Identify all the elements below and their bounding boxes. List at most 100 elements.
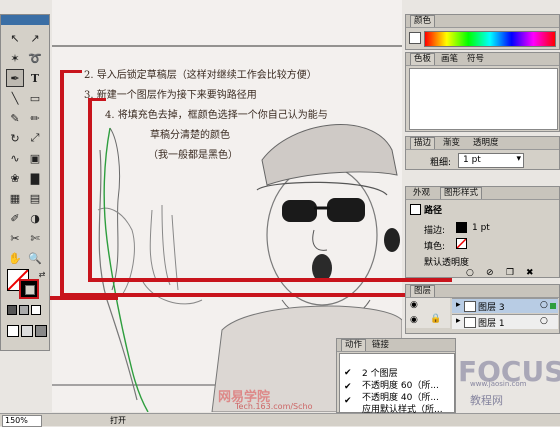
scale-tool-icon[interactable]: ⤢ [26, 129, 44, 147]
lock-icon[interactable]: 🔒 [430, 314, 441, 324]
actions-panel: 动作 链接 2 个图层 不透明度 60（所... 不透明度 40（所... 应用… [336, 338, 456, 415]
tab-appearance[interactable]: 外观 [410, 188, 433, 199]
appearance-fill-swatch[interactable] [456, 238, 467, 249]
checkmark-icon[interactable]: ✔ [344, 396, 352, 406]
bracket-step-4-to-tools [38, 296, 118, 300]
bracket-step-2-vertical [60, 70, 64, 296]
paintbrush-tool-icon[interactable]: ✎ [6, 109, 24, 127]
layer-thumbnail [464, 317, 476, 328]
gradient-mode-icon[interactable] [19, 305, 29, 315]
hand-tool-icon[interactable]: ✋ [6, 249, 24, 267]
screen-mode-full-icon[interactable] [35, 325, 47, 337]
layer-visibility-column: ◉ ◉ 🔒 [406, 298, 450, 328]
appearance-stroke-swatch[interactable] [456, 222, 467, 233]
tab-symbols[interactable]: 符号 [464, 54, 487, 65]
tab-layers[interactable]: 图层 [410, 285, 436, 297]
target-circle-icon[interactable]: ○ [540, 316, 548, 326]
pen-tool-icon[interactable]: ✒ [6, 69, 24, 87]
tab-actions[interactable]: 动作 [341, 339, 367, 351]
annotation-step-4-line-3: （我一般都是黑色） [148, 150, 238, 161]
line-tool-icon[interactable]: ╲ [6, 89, 24, 107]
selection-indicator [550, 303, 556, 309]
eye-icon[interactable]: ◉ [410, 300, 418, 310]
expand-triangle-icon[interactable]: ▸ [456, 316, 461, 326]
watermark-site-url: Tech.163.com/Scho [235, 402, 313, 411]
mesh-tool-icon[interactable]: ▦ [6, 189, 24, 207]
appearance-fill-label: 填色: [424, 242, 446, 252]
gradient-tool-icon[interactable]: ▤ [26, 189, 44, 207]
checkmark-icon[interactable]: ✔ [344, 368, 352, 378]
type-tool-icon[interactable]: T [26, 69, 44, 87]
symbol-sprayer-tool-icon[interactable]: ❀ [6, 169, 24, 187]
annotation-step-2: 2. 导入后锁定草稿层（这样对继续工作会比较方便） [84, 70, 317, 81]
scissors-tool-icon[interactable]: ✄ [26, 229, 44, 247]
color-none-swatch[interactable] [409, 32, 421, 44]
status-bar: 150% 打开 [0, 413, 560, 427]
layer-name: 图层 3 [478, 303, 505, 313]
lasso-tool-icon[interactable]: ➰ [26, 49, 44, 67]
tab-graphic-styles[interactable]: 图形样式 [440, 187, 483, 199]
appearance-opacity-label: 默认透明度 [424, 258, 470, 268]
swatches-panel-tabbar: 色板 画笔 符号 [406, 53, 559, 66]
rectangle-tool-icon[interactable]: ▭ [26, 89, 44, 107]
tab-transparency[interactable]: 透明度 [470, 138, 502, 149]
appearance-stroke-label: 描边: [424, 226, 446, 236]
layer-row-1[interactable]: ▸ 图层 1 ○ [452, 314, 558, 329]
magic-wand-tool-icon[interactable]: ✶ [6, 49, 24, 67]
stroke-panel-tabbar: 描边 渐变 透明度 [406, 137, 559, 150]
tab-gradient[interactable]: 渐变 [440, 138, 463, 149]
eyedropper-tool-icon[interactable]: ✐ [6, 209, 24, 227]
column-graph-tool-icon[interactable]: ▇ [26, 169, 44, 187]
stroke-weight-value: 1 pt [463, 155, 481, 165]
clear-appearance-icon[interactable]: ⊘ [486, 268, 494, 278]
layer-name: 图层 1 [478, 319, 505, 329]
none-mode-icon[interactable] [31, 305, 41, 315]
rotate-tool-icon[interactable]: ↻ [6, 129, 24, 147]
bracket-step-3-top [88, 98, 106, 101]
layer-row-3[interactable]: ▸ 图层 3 ○ [452, 298, 558, 313]
free-transform-tool-icon[interactable]: ▣ [26, 149, 44, 167]
appearance-panel-tabbar: 外观 图形样式 [406, 187, 559, 200]
duplicate-item-icon[interactable]: ❐ [506, 268, 514, 278]
swatches-grid[interactable] [409, 68, 558, 130]
screen-mode-standard-icon[interactable] [7, 325, 19, 337]
bracket-step-2-top [60, 70, 82, 73]
watermark-site2-cn: 教程网 [470, 394, 503, 407]
color-spectrum-bar[interactable] [424, 31, 556, 47]
tab-links[interactable]: 链接 [369, 340, 392, 351]
direct-selection-tool-icon[interactable]: ↗ [26, 29, 44, 47]
checkmark-icon[interactable]: ✔ [344, 382, 352, 392]
watermark-site2-url: www.jaosin.com [470, 380, 527, 388]
pencil-tool-icon[interactable]: ✏ [26, 109, 44, 127]
status-label: 打开 [110, 416, 126, 425]
actions-list: 2 个图层 不透明度 60（所... 不透明度 40（所... 应用默认样式（所… [339, 353, 455, 415]
delete-item-icon[interactable]: ✖ [526, 268, 534, 278]
tab-brushes[interactable]: 画笔 [438, 54, 461, 65]
expand-triangle-icon[interactable]: ▸ [456, 300, 461, 310]
zoom-level-field[interactable]: 150% [2, 415, 42, 427]
color-mode-icon[interactable] [7, 305, 17, 315]
annotation-step-4: 4. 将填充色去掉，框颜色选择一个你自己认为能与 [105, 110, 328, 121]
tab-color[interactable]: 颜色 [410, 15, 436, 27]
target-circle-icon[interactable]: ○ [540, 300, 548, 310]
eye-icon[interactable]: ◉ [410, 315, 418, 325]
color-panel: 颜色 [405, 14, 560, 50]
chevron-down-icon: ▾ [516, 154, 521, 164]
appearance-stroke-value: 1 pt [472, 223, 490, 233]
tools-panel-titlebar[interactable] [1, 15, 49, 25]
warp-tool-icon[interactable]: ∿ [6, 149, 24, 167]
slice-tool-icon[interactable]: ✂ [6, 229, 24, 247]
tab-swatches[interactable]: 色板 [410, 53, 436, 65]
screen-mode-full-menu-icon[interactable] [21, 325, 33, 337]
path-thumbnail-icon [410, 204, 421, 215]
selection-tool-icon[interactable]: ↖ [6, 29, 24, 47]
reduce-to-basic-icon[interactable]: ○ [466, 268, 474, 278]
blend-tool-icon[interactable]: ◑ [26, 209, 44, 227]
layer-thumbnail [464, 301, 476, 312]
stroke-weight-select[interactable]: 1 pt ▾ [458, 153, 524, 168]
zoom-level-value: 150% [5, 416, 28, 425]
tab-stroke[interactable]: 描边 [410, 137, 436, 149]
color-panel-tabbar: 颜色 [406, 15, 559, 28]
annotation-step-4-line-2: 草稿分清楚的颜色 [150, 130, 230, 141]
swap-fill-stroke-icon[interactable]: ⇄ [33, 265, 51, 283]
